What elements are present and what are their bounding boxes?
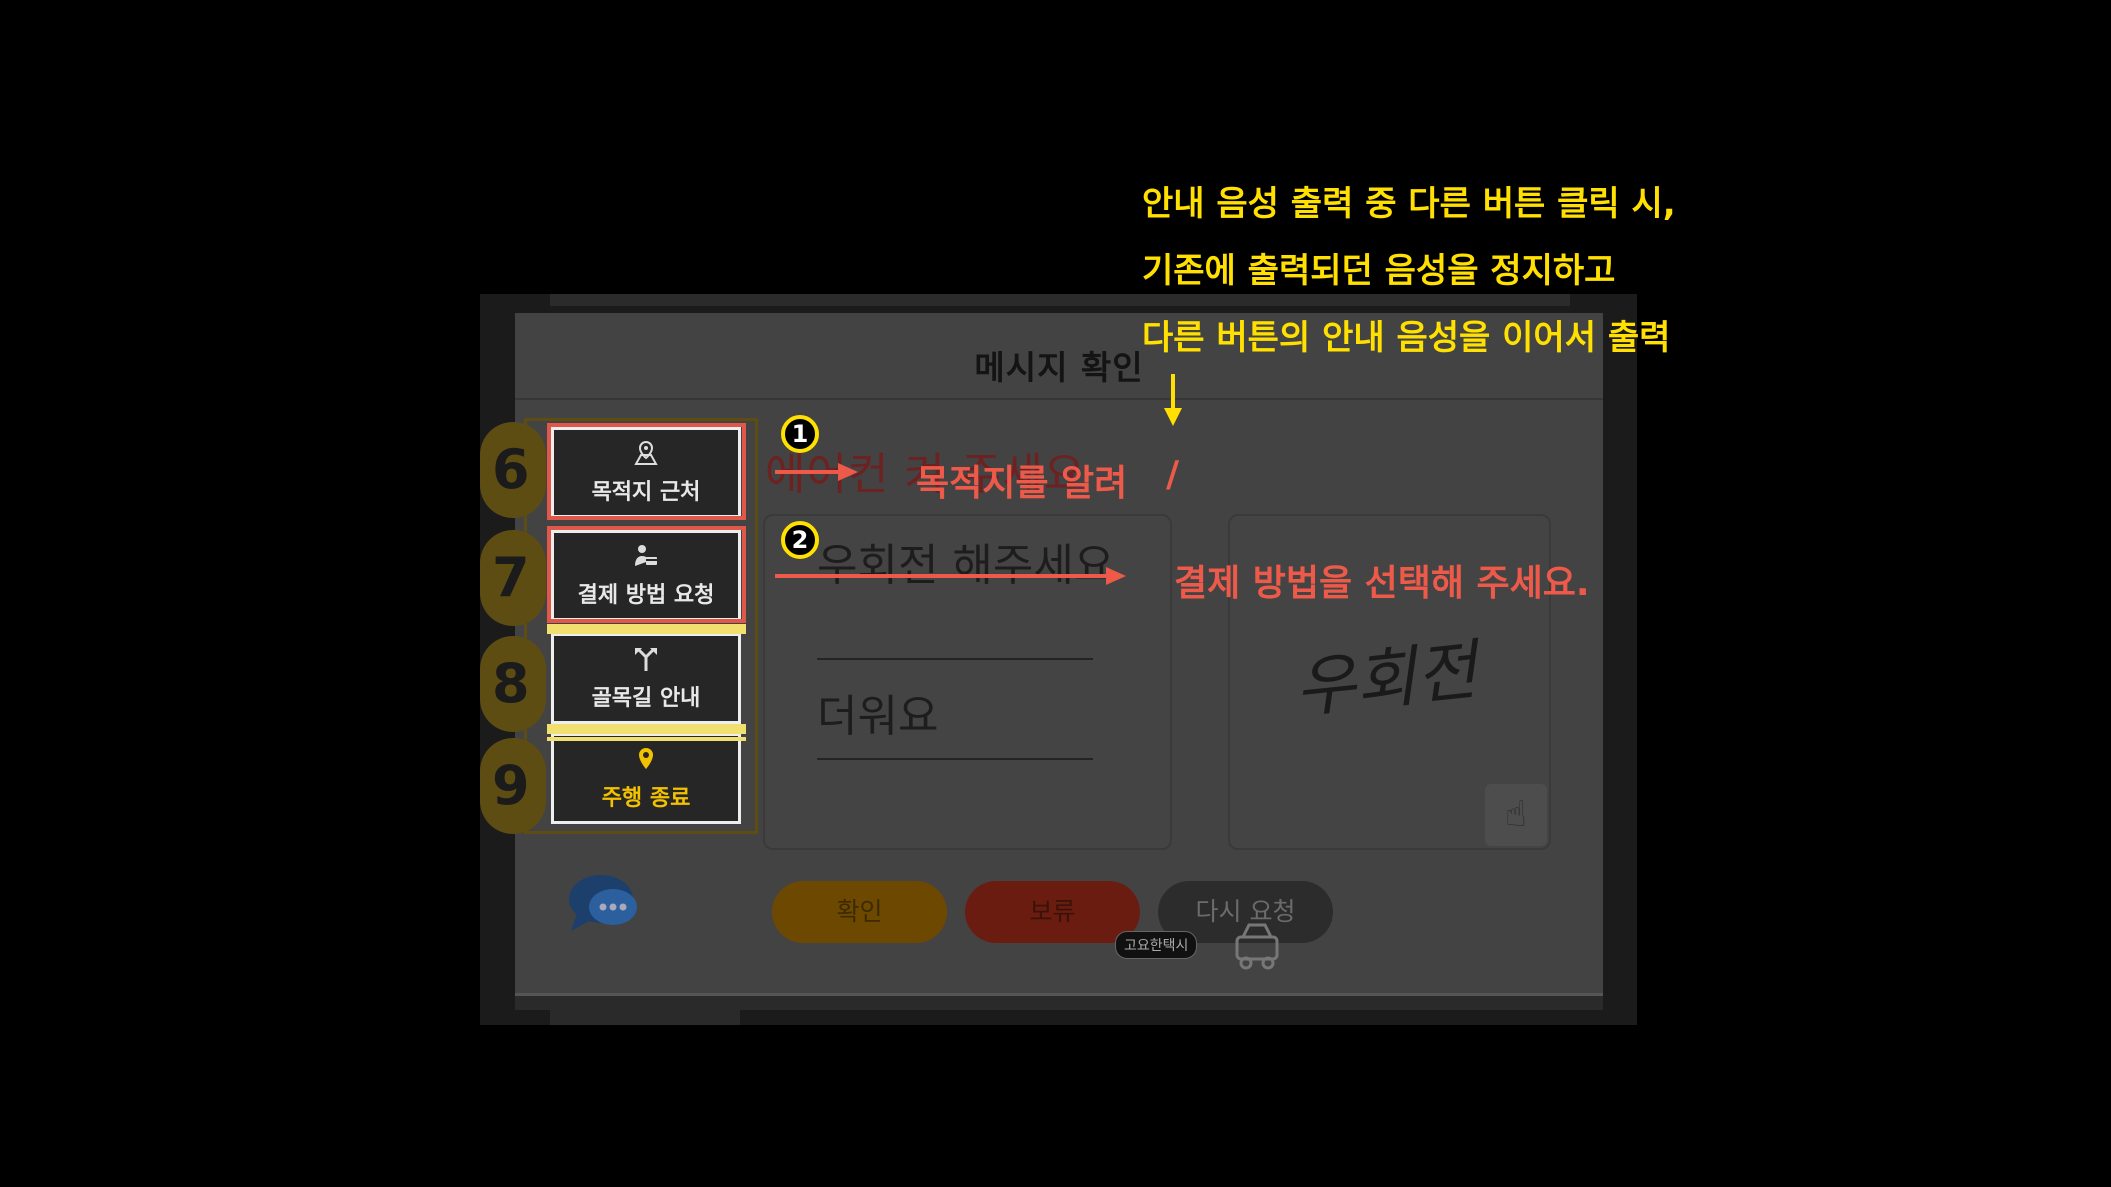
annotation-slash: / [1166,454,1180,495]
step-number-badge: 2 [781,521,819,559]
arrow-right-icon [838,463,858,481]
annotation-arrows [775,374,1182,585]
arrow-right-icon [1106,567,1126,585]
step2-annotation: 결제 방법을 선택해 주세요. [1174,563,1590,604]
arrow-down-icon [1164,408,1182,426]
step-number-badge: 1 [781,415,819,453]
step1-annotation: 목적지를 알려 [916,463,1128,504]
